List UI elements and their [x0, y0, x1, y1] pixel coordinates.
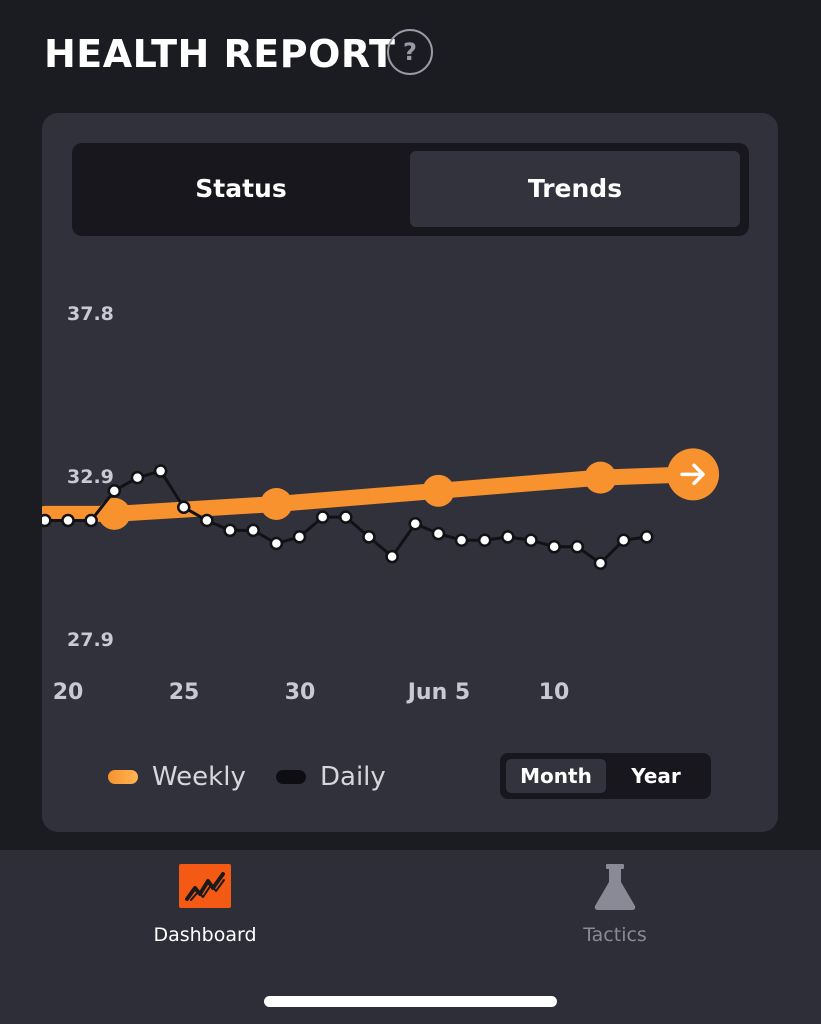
tab-bar: Dashboard Tactics: [0, 850, 821, 1024]
daily-point: [431, 526, 446, 541]
x-tick-label: Jun 5: [406, 680, 470, 705]
daily-point: [42, 513, 52, 528]
daily-point: [593, 556, 608, 571]
range-year-button[interactable]: Year: [606, 759, 706, 793]
daily-point: [408, 516, 422, 531]
legend-daily: Daily: [276, 761, 386, 793]
tab-tactics[interactable]: Tactics: [505, 864, 725, 954]
daily-point: [454, 533, 469, 547]
chart-icon: [179, 864, 231, 908]
y-axis-labels: 37.8 32.9 27.9: [67, 303, 114, 651]
daily-point: [616, 533, 631, 547]
tab-dashboard-label: Dashboard: [153, 924, 257, 946]
tab-dashboard[interactable]: Dashboard: [95, 864, 315, 954]
daily-point: [177, 500, 191, 515]
weekly-point: [98, 497, 131, 530]
trends-card: Status Trends 37.8 32.9 27.9 20 25 30 Ju…: [42, 113, 778, 832]
daily-point: [385, 549, 399, 564]
weekly-point: [584, 461, 617, 494]
x-tick-label: 10: [539, 680, 570, 705]
legend-weekly-label: Weekly: [152, 762, 246, 792]
daily-point: [84, 513, 98, 528]
tab-tactics-label: Tactics: [583, 924, 647, 946]
daily-point: [269, 536, 284, 551]
daily-point: [362, 530, 376, 544]
daily-point: [477, 533, 492, 547]
daily-point: [547, 540, 561, 554]
page-title: HEALTH REPORT: [44, 32, 396, 76]
range-month-button[interactable]: Month: [506, 759, 606, 793]
help-icon[interactable]: ?: [387, 29, 433, 75]
daily-point: [246, 523, 260, 538]
x-axis-labels: 20 25 30 Jun 5 10: [53, 680, 570, 705]
daily-point: [524, 533, 538, 547]
y-tick-label: 37.8: [67, 303, 114, 325]
range-toggle: Month Year: [500, 753, 711, 799]
weekly-swatch: [108, 770, 138, 784]
daily-point: [200, 513, 214, 528]
daily-point: [570, 540, 585, 554]
y-tick-label: 32.9: [67, 466, 114, 488]
daily-point: [107, 484, 122, 498]
y-tick-label: 27.9: [67, 629, 114, 651]
legend-weekly: Weekly: [108, 761, 246, 793]
flask-icon: [594, 864, 636, 910]
daily-point: [315, 510, 330, 524]
x-tick-label: 20: [53, 680, 84, 705]
header: HEALTH REPORT ?: [0, 0, 821, 112]
daily-point: [153, 464, 168, 478]
daily-point: [223, 523, 237, 538]
legend-daily-label: Daily: [320, 762, 386, 792]
weekly-point: [260, 487, 293, 520]
x-tick-label: 30: [285, 680, 316, 705]
weekly-point: [422, 474, 455, 507]
daily-point: [640, 530, 654, 544]
home-indicator[interactable]: [264, 996, 557, 1007]
daily-point: [130, 470, 145, 485]
daily-point: [501, 530, 515, 544]
daily-point: [339, 510, 353, 524]
trend-chart: 37.8 32.9 27.9 20 25 30 Jun 5 10: [42, 303, 720, 705]
daily-swatch: [276, 770, 306, 784]
daily-point: [292, 530, 307, 544]
x-tick-label: 25: [169, 680, 200, 705]
daily-point: [61, 513, 75, 528]
